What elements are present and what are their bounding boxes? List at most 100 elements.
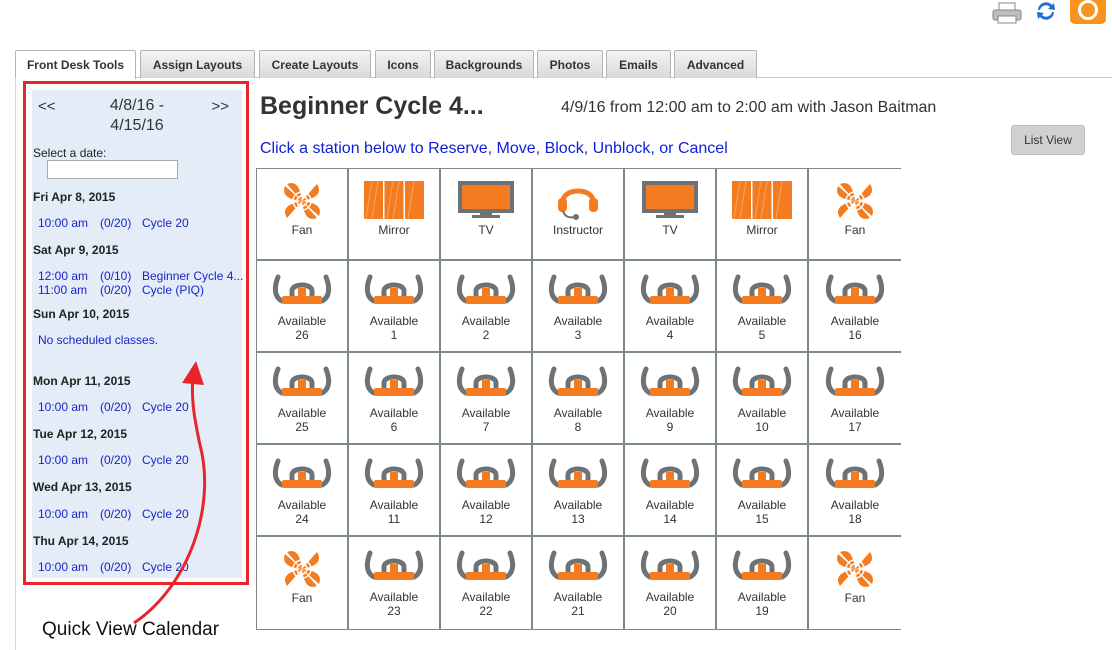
fan-icon [284,551,320,587]
station-fan[interactable]: Fan [257,537,349,629]
station-bike[interactable]: Available 13 [533,445,625,537]
station-label: Available 9 [645,406,695,434]
station-bike[interactable]: Available 16 [809,261,901,353]
station-bike[interactable]: Available 24 [257,445,349,537]
annotation-label: Quick View Calendar [42,619,220,640]
station-bike[interactable]: Available 23 [349,537,441,629]
station-number: 26 [295,328,309,342]
station-number: 18 [848,512,862,526]
station-bike[interactable]: Available 2 [441,261,533,353]
station-label: Available 5 [737,314,787,342]
bike-icon [548,458,608,488]
station-number: 20 [663,604,677,618]
station-grid: Fan Mirror TV Instructor TV Mirror Fan Availabl… [256,168,901,630]
station-fan[interactable]: Fan [809,169,901,261]
station-bike[interactable]: Available 14 [625,445,717,537]
station-number: 4 [666,328,674,342]
station-label: Available 12 [461,498,511,526]
station-bike[interactable]: Available 8 [533,353,625,445]
station-mirror[interactable]: Mirror [349,169,441,261]
station-bike[interactable]: Available 1 [349,261,441,353]
station-bike[interactable]: Available 17 [809,353,901,445]
tab-create-layouts[interactable]: Create Layouts [259,50,371,78]
station-bike[interactable]: Available 6 [349,353,441,445]
instructor-icon [558,188,598,220]
tv-icon [642,181,698,218]
station-number: 7 [482,420,490,434]
station-label: Available 26 [277,314,327,342]
station-label: Available 24 [277,498,327,526]
station-bike[interactable]: Available 22 [441,537,533,629]
station-label: Available 8 [553,406,603,434]
station-number: 24 [295,512,309,526]
top-toolbar [992,0,1112,26]
app-logo-icon[interactable] [1070,0,1106,24]
station-number: 10 [755,420,769,434]
mirror-icon [364,181,424,219]
station-bike[interactable]: Available 5 [717,261,809,353]
station-bike[interactable]: Available 20 [625,537,717,629]
bike-icon [732,458,792,488]
station-label: Fan [291,591,313,605]
fan-icon [837,551,873,587]
bike-icon [456,274,516,304]
station-number: 1 [390,328,398,342]
station-number: 21 [571,604,585,618]
bike-icon [825,366,885,396]
bike-icon [640,458,700,488]
station-bike[interactable]: Available 15 [717,445,809,537]
station-label: Available 7 [461,406,511,434]
station-fan[interactable]: Fan [809,537,901,629]
station-bike[interactable]: Available 3 [533,261,625,353]
station-label: Available 11 [369,498,419,526]
station-bike[interactable]: Available 12 [441,445,533,537]
bike-icon [732,550,792,580]
tab-emails[interactable]: Emails [606,50,671,78]
bike-icon [272,458,332,488]
station-label: Mirror [746,223,778,237]
printer-icon[interactable] [992,2,1022,24]
bike-icon [364,366,424,396]
station-bike[interactable]: Available 21 [533,537,625,629]
station-instructor[interactable]: Instructor [533,169,625,261]
station-label: Available 18 [830,498,880,526]
station-number: 6 [390,420,398,434]
tab-front-desk-tools[interactable]: Front Desk Tools [15,50,136,79]
station-bike[interactable]: Available 7 [441,353,533,445]
tab-icons[interactable]: Icons [375,50,431,78]
station-bike[interactable]: Available 11 [349,445,441,537]
station-bike[interactable]: Available 19 [717,537,809,629]
station-bike[interactable]: Available 26 [257,261,349,353]
station-bike[interactable]: Available 25 [257,353,349,445]
station-label: Available 14 [645,498,695,526]
station-number: 12 [479,512,493,526]
page-title: Beginner Cycle 4... [260,92,484,120]
station-tv[interactable]: TV [441,169,533,261]
station-label: Available 1 [369,314,419,342]
bike-icon [548,550,608,580]
bike-icon [364,458,424,488]
station-number: 22 [479,604,493,618]
station-number: 19 [755,604,769,618]
station-fan[interactable]: Fan [257,169,349,261]
station-bike[interactable]: Available 18 [809,445,901,537]
station-mirror[interactable]: Mirror [717,169,809,261]
bike-icon [456,458,516,488]
station-tv[interactable]: TV [625,169,717,261]
station-bike[interactable]: Available 4 [625,261,717,353]
station-number: 3 [574,328,582,342]
station-bike[interactable]: Available 10 [717,353,809,445]
tab-assign-layouts[interactable]: Assign Layouts [140,50,255,78]
station-label: Available 16 [830,314,880,342]
station-label: Available 17 [830,406,880,434]
station-label: Available 15 [737,498,787,526]
tab-backgrounds[interactable]: Backgrounds [434,50,534,78]
station-label: Available 21 [553,590,603,618]
tab-advanced[interactable]: Advanced [674,50,757,78]
refresh-icon[interactable] [1034,0,1058,22]
station-bike[interactable]: Available 9 [625,353,717,445]
station-label: Available 19 [737,590,787,618]
bike-icon [364,274,424,304]
list-view-button[interactable]: List View [1011,125,1085,155]
tab-photos[interactable]: Photos [537,50,603,78]
